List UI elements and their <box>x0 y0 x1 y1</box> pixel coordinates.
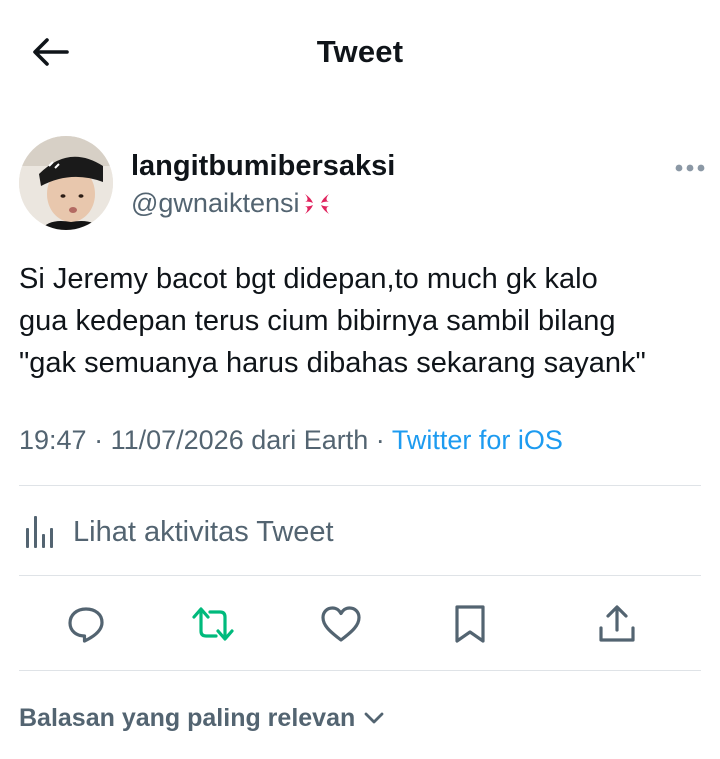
divider <box>19 485 701 486</box>
meta-separator: · <box>86 425 111 455</box>
tweet-text-line: "gak semuanya harus dibahas sekarang say… <box>19 347 646 379</box>
page-title: Tweet <box>316 34 404 69</box>
divider <box>19 670 701 671</box>
tweet-source-link[interactable]: Twitter for iOS <box>392 425 563 455</box>
heart-icon <box>321 606 361 642</box>
analytics-bar-icon <box>26 516 53 548</box>
tweet-text: Si Jeremy bacot bgt didepan,to much gk k… <box>19 258 709 384</box>
tweet-detail-screen: Tweet langitbumibersaksi @gwnaiktensi Si… <box>0 0 720 759</box>
bookmark-button[interactable] <box>446 600 494 648</box>
tweet-time[interactable]: 19:47 <box>19 425 87 455</box>
bookmark-icon <box>455 605 485 643</box>
retweet-icon <box>192 607 234 641</box>
meta-separator: · <box>368 425 392 455</box>
author-handle[interactable]: @gwnaiktensi <box>131 188 332 219</box>
tweet-location: dari Earth <box>251 425 369 455</box>
chevron-down-icon <box>363 711 385 725</box>
more-horizontal-icon <box>675 164 705 172</box>
more-options-button[interactable] <box>670 156 710 180</box>
top-bar: Tweet <box>0 0 720 100</box>
like-button[interactable] <box>317 600 365 648</box>
divider <box>19 575 701 576</box>
tweet-text-line: gua kedepan terus cium bibirnya sambil b… <box>19 305 616 337</box>
reply-button[interactable] <box>62 600 110 648</box>
tweet-date[interactable]: 11/07/2026 <box>111 425 244 455</box>
reply-bubble-icon <box>68 607 104 643</box>
replies-sort-button[interactable]: Balasan yang paling relevan <box>19 700 385 736</box>
share-button[interactable] <box>593 600 641 648</box>
tweet-meta: 19:47 · 11/07/2026 dari Earth · Twitter … <box>19 425 563 456</box>
retweet-button[interactable] <box>189 600 237 648</box>
tweet-text-line: Si Jeremy bacot bgt didepan,to much gk k… <box>19 263 598 295</box>
author-handle-text: @gwnaiktensi <box>131 188 300 218</box>
view-tweet-activity-label: Lihat aktivitas Tweet <box>73 515 334 548</box>
share-icon <box>599 605 635 642</box>
profile-photo <box>19 136 113 230</box>
replies-sort-label: Balasan yang paling relevan <box>19 703 356 732</box>
view-tweet-activity-button[interactable]: Lihat aktivitas Tweet <box>19 510 334 554</box>
avatar[interactable] <box>19 136 113 230</box>
author-display-name[interactable]: langitbumibersaksi <box>131 150 395 183</box>
anger-symbol-icon <box>304 193 329 214</box>
